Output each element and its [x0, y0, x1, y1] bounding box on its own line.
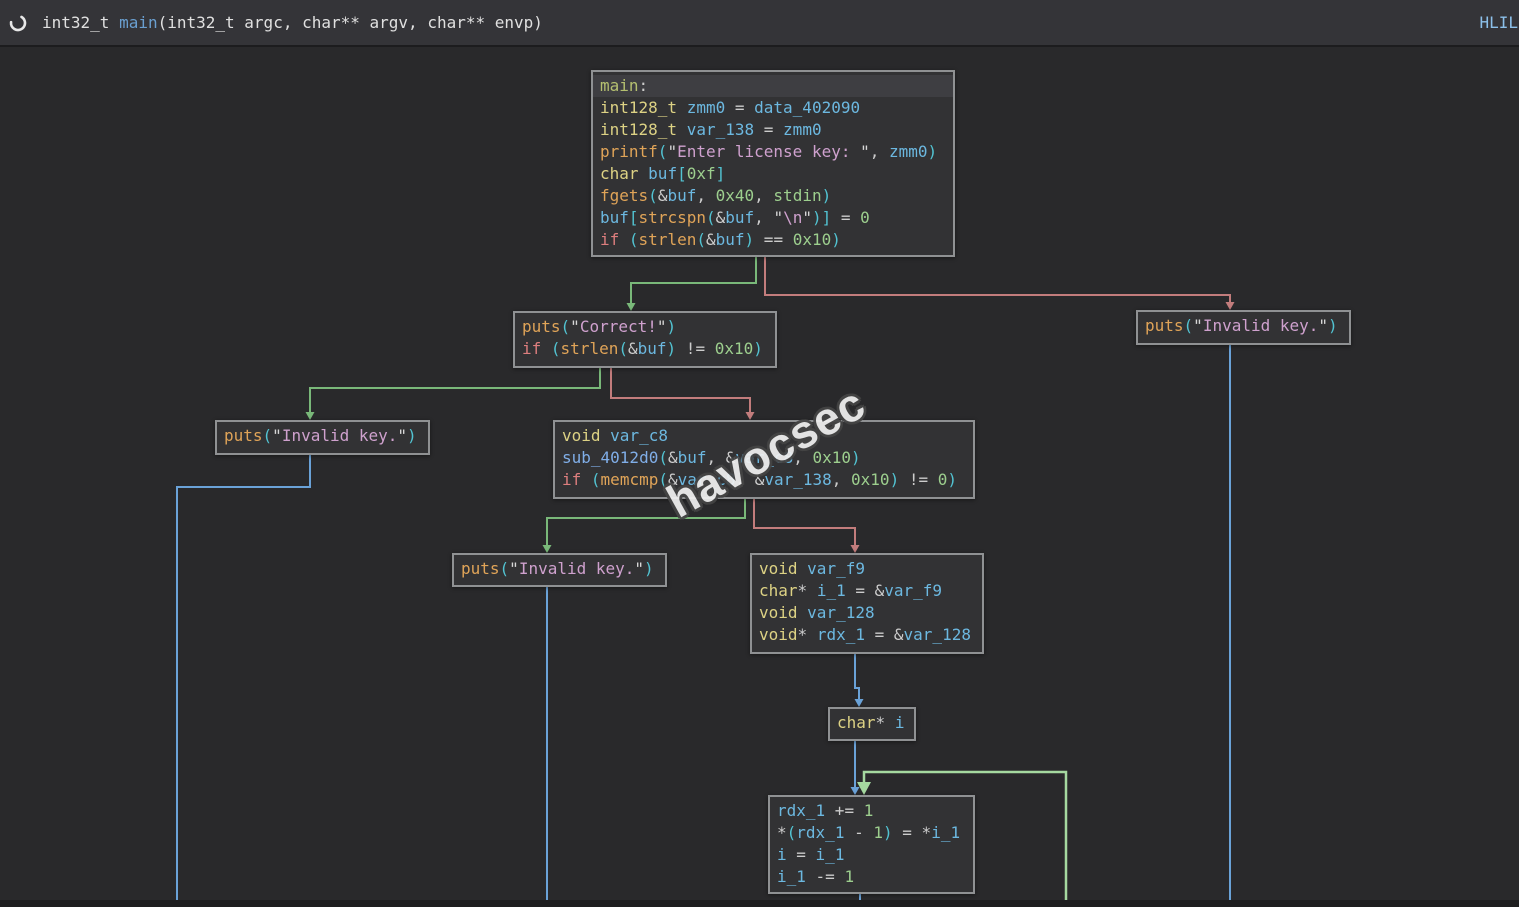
code-line: puts("Invalid key."): [454, 558, 665, 580]
code-line: fgets(&buf, 0x40, stdin): [593, 185, 953, 207]
edge-true: [547, 499, 745, 546]
edge-true: [631, 256, 756, 304]
code-line: if (strlen(&buf) == 0x10): [593, 229, 953, 251]
edge-false: [754, 499, 855, 546]
code-line: main:: [593, 75, 953, 97]
edge-arrowhead: [543, 545, 552, 553]
node-invalid-key-left[interactable]: puts("Invalid key."): [215, 420, 430, 455]
code-line: if (memcmp(&var_c8, &var_138, 0x10) != 0…: [555, 469, 973, 491]
edge-arrowhead: [855, 699, 864, 707]
edge-arrowhead: [1226, 302, 1235, 310]
code-line: void var_128: [752, 602, 982, 624]
code-line: sub_4012d0(&buf, &var_c8, 0x10): [555, 447, 973, 469]
node-char-i[interactable]: char* i: [828, 707, 916, 741]
code-line: int128_t zmm0 = data_402090: [593, 97, 953, 119]
node-invalid-key-right[interactable]: puts("Invalid key."): [1136, 310, 1351, 345]
code-line: *(rdx_1 - 1) = *i_1: [770, 822, 973, 844]
node-invalid-key-middle[interactable]: puts("Invalid key."): [452, 553, 667, 587]
edge-uncond: [177, 455, 310, 907]
node-main-entry[interactable]: main:int128_t zmm0 = data_402090int128_t…: [591, 70, 955, 257]
code-line: if (strlen(&buf) != 0x10): [515, 338, 775, 360]
code-line: puts("Invalid key."): [217, 425, 428, 447]
il-view-selector[interactable]: HLIL: [1479, 0, 1518, 45]
function-signature[interactable]: int32_t main(int32_t argc, char** argv, …: [42, 13, 543, 32]
flow-graph-canvas[interactable]: main:int128_t zmm0 = data_402090int128_t…: [0, 0, 1519, 907]
code-line: void var_c8: [555, 425, 973, 447]
code-line: i_1 -= 1: [770, 866, 973, 888]
code-line: void var_f9: [752, 558, 982, 580]
code-line: buf[strcspn(&buf, "\n")] = 0: [593, 207, 953, 229]
code-line: char buf[0xf]: [593, 163, 953, 185]
bottom-edge-strip: [0, 900, 1519, 907]
edge-arrowhead: [851, 787, 860, 795]
edge-arrowhead: [746, 412, 755, 420]
code-line: rdx_1 += 1: [770, 800, 973, 822]
analysis-spinner-icon: [8, 13, 28, 33]
edge-true: [310, 368, 600, 413]
edge-arrowhead: [306, 412, 315, 420]
edge-false: [765, 256, 1230, 303]
edge-arrowhead: [857, 782, 871, 795]
edge-false: [611, 368, 750, 413]
node-var-f9-setup[interactable]: void var_f9char* i_1 = &var_f9void var_1…: [750, 553, 984, 654]
code-line: void* rdx_1 = &var_128: [752, 624, 982, 646]
edge-arrowhead: [851, 545, 860, 553]
node-correct[interactable]: puts("Correct!")if (strlen(&buf) != 0x10…: [513, 311, 777, 368]
code-line: int128_t var_138 = zmm0: [593, 119, 953, 141]
code-line: i = i_1: [770, 844, 973, 866]
code-line: printf("Enter license key: ", zmm0): [593, 141, 953, 163]
edge-uncond: [855, 654, 859, 700]
code-line: puts("Correct!"): [515, 316, 775, 338]
node-var-c8-check[interactable]: void var_c8sub_4012d0(&buf, &var_c8, 0x1…: [553, 420, 975, 499]
node-loop-body[interactable]: rdx_1 += 1*(rdx_1 - 1) = *i_1i = i_1i_1 …: [768, 795, 975, 894]
code-line: char* i: [830, 712, 914, 734]
code-line: puts("Invalid key."): [1138, 315, 1349, 337]
edge-arrowhead: [627, 303, 636, 311]
code-line: char* i_1 = &var_f9: [752, 580, 982, 602]
function-header-bar: int32_t main(int32_t argc, char** argv, …: [0, 0, 1519, 47]
